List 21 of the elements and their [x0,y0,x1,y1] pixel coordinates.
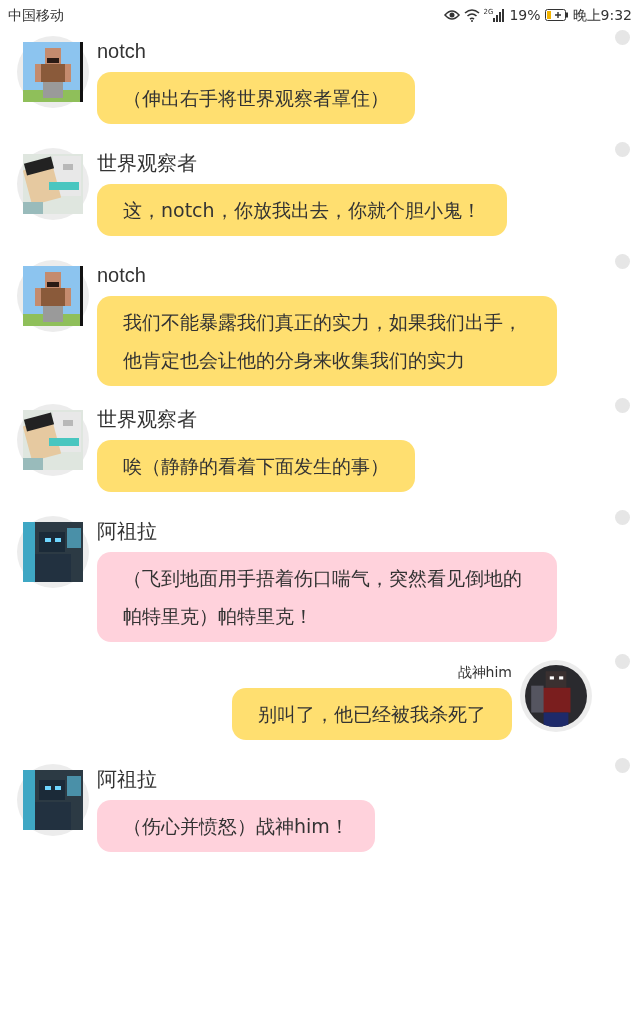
battery-percent: 19% [509,5,541,25]
sender-name: 阿祖拉 [97,767,157,792]
sender-name: notch [97,263,146,288]
wifi-icon [463,8,480,22]
message-bubble: （伸出右手将世界观察者罩住） [97,72,415,124]
sender-name: notch [97,39,146,64]
sender-name: 阿祖拉 [97,519,157,544]
battery-charging-icon [544,9,569,21]
sender-name: 世界观察者 [97,151,197,176]
message-bubble: 我们不能暴露我们真正的实力，如果我们出手，他肯定也会让他的分身来收集我们的实力 [97,296,557,386]
signal-icon [493,8,506,22]
carrier-label: 中国移动 [8,5,64,25]
message-bubble: （伤心并愤怒）战神him！ [97,800,375,852]
sender-name: 战神him [457,663,512,682]
sender-name: 世界观察者 [97,407,197,432]
eye-icon [443,9,460,21]
clock-label: 晚上9:32 [572,5,632,25]
message-bubble: （飞到地面用手捂着伤口喘气，突然看见倒地的帕特里克）帕特里克！ [97,552,557,642]
message-bubble: 唉（静静的看着下面发生的事） [97,440,415,492]
message-bubble: 这，notch，你放我出去，你就个胆小鬼！ [97,184,507,236]
message-bubble: 别叫了，他已经被我杀死了 [232,688,512,740]
